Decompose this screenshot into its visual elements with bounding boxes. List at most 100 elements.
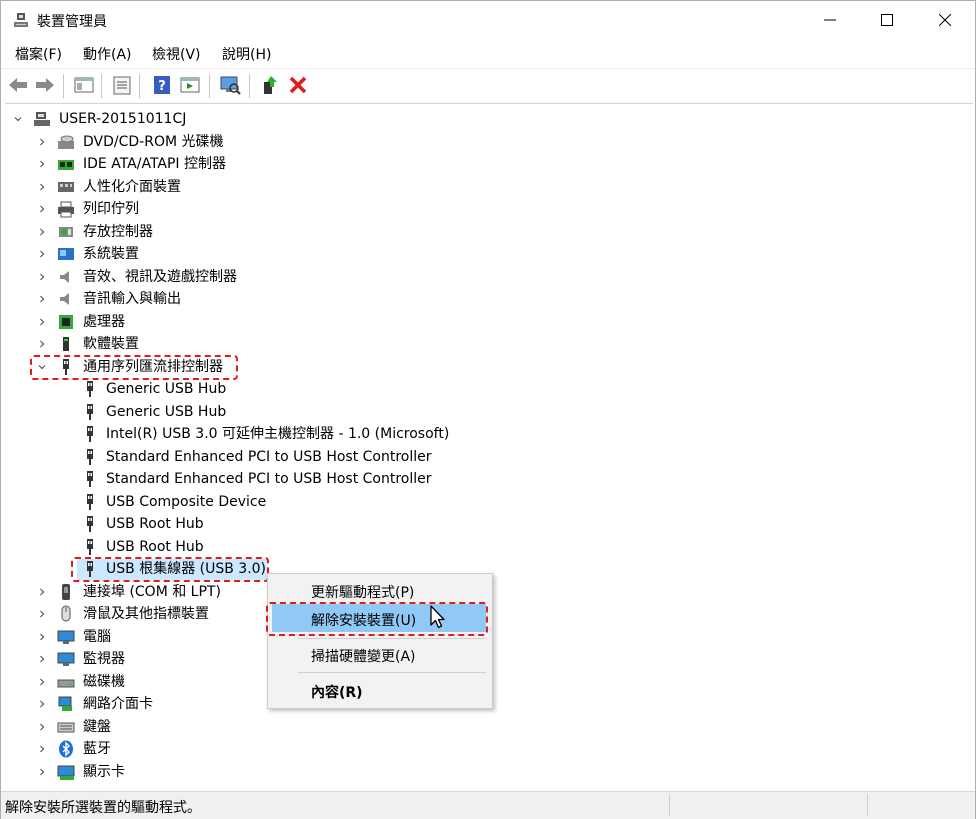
tree-category[interactable]: 網路介面卡 [83,695,153,713]
software-device-icon [63,337,69,351]
dvd-drive-icon [58,135,74,149]
chevron-right-icon[interactable] [37,654,47,664]
chevron-right-icon[interactable] [37,632,47,642]
scan-hardware-icon[interactable] [219,74,241,96]
maximize-icon [881,14,893,26]
speaker-icon [60,293,69,305]
forward-arrow-icon[interactable] [34,74,56,96]
chevron-right-icon[interactable] [37,159,47,169]
tree-category[interactable]: 處理器 [83,313,125,331]
close-button[interactable] [916,1,974,39]
tree-category[interactable]: 音效、視訊及遊戲控制器 [83,268,237,286]
chevron-right-icon[interactable] [37,272,47,282]
minimize-button[interactable] [801,1,859,39]
toolbar-separator [209,74,210,98]
computer-root-icon [34,112,50,126]
tree-category[interactable]: 音訊輸入與輸出 [83,290,181,308]
port-icon [62,583,70,600]
properties-icon[interactable] [111,74,133,96]
menu-view[interactable]: 檢視(V) [152,44,201,64]
tree-category[interactable]: 滑鼠及其他指標裝置 [83,605,209,623]
tree-category[interactable]: 藍牙 [83,740,111,758]
speaker-icon [60,270,69,283]
tree-item-usb-device[interactable]: USB Composite Device [106,493,266,511]
toolbar-separator [139,74,140,98]
annotation-highlight-uninstall [266,602,488,636]
tree-item-usb-device[interactable]: USB Root Hub [106,538,204,556]
chevron-right-icon[interactable] [37,182,47,192]
tree-category[interactable]: 鍵盤 [83,718,111,736]
tree-category[interactable]: 電腦 [83,628,111,646]
tree-item-usb-device[interactable]: Generic USB Hub [106,403,226,421]
back-arrow-icon[interactable] [7,74,29,96]
run-action-icon[interactable] [179,74,201,96]
toolbar-separator [249,74,250,98]
show-hide-tree-icon[interactable] [73,74,95,96]
update-driver-icon[interactable] [259,74,281,96]
tree-category[interactable]: 監視器 [83,650,125,668]
usb-icon [87,538,93,555]
tree-category[interactable]: DVD/CD-ROM 光碟機 [83,133,224,151]
chevron-right-icon[interactable] [37,587,47,597]
menu-action[interactable]: 動作(A) [83,44,132,64]
window-title: 裝置管理員 [37,14,107,30]
system-device-icon [58,248,74,260]
chevron-right-icon[interactable] [37,609,47,619]
menu-bar: 檔案(F) 動作(A) 檢視(V) 說明(H) [1,39,975,67]
help-icon[interactable]: ? [151,74,173,96]
status-bar: 解除安裝所選裝置的驅動程式。 [1,791,975,819]
usb-icon [87,448,93,465]
tree-category[interactable]: 連接埠 (COM 和 LPT) [83,583,221,601]
tree-root-computer[interactable]: USER-20151011CJ [59,110,186,128]
chevron-right-icon[interactable] [37,722,47,732]
tree-item-usb-device[interactable]: Generic USB Hub [106,380,226,398]
status-divider [669,794,670,816]
scan-hardware-menu-item[interactable]: 掃描硬體變更(A) [311,646,416,666]
chevron-right-icon[interactable] [37,317,47,327]
tree-category[interactable]: 磁碟機 [83,673,125,691]
menu-separator [298,638,486,639]
svg-text:?: ? [158,79,166,94]
chevron-right-icon[interactable] [37,767,47,777]
update-driver-menu-item[interactable]: 更新驅動程式(P) [311,582,414,602]
chevron-right-icon[interactable] [37,677,47,687]
usb-icon [87,426,93,442]
tree-category[interactable]: 人性化介面裝置 [83,178,181,196]
mouse-icon [61,605,71,622]
tree-category[interactable]: 顯示卡 [83,763,125,781]
properties-menu-item[interactable]: 內容(R) [311,682,363,702]
monitor-icon [57,652,75,666]
menu-file[interactable]: 檔案(F) [15,44,62,64]
tree-item-usb-device[interactable]: Intel(R) USB 3.0 可延伸主機控制器 - 1.0 (Microso… [106,425,449,443]
ide-controller-icon [58,160,74,170]
chevron-down-icon[interactable] [13,114,23,124]
chevron-right-icon[interactable] [37,339,47,349]
title-bar: 裝置管理員 [1,1,975,39]
maximize-button[interactable] [858,1,916,39]
menu-help[interactable]: 說明(H) [222,44,271,64]
chevron-right-icon[interactable] [37,227,47,237]
tree-item-usb-device[interactable]: Standard Enhanced PCI to USB Host Contro… [106,448,432,466]
uninstall-x-icon[interactable] [287,74,309,96]
tree-category[interactable]: 列印佇列 [83,200,139,218]
tree-item-usb-device[interactable]: USB Root Hub [106,515,204,533]
tree-category[interactable]: 存放控制器 [83,223,153,241]
display-adapter-icon [57,765,75,780]
menu-separator [298,672,486,673]
tree-category[interactable]: IDE ATA/ATAPI 控制器 [83,155,226,173]
chevron-right-icon[interactable] [37,249,47,259]
chevron-right-icon[interactable] [37,744,47,754]
chevron-right-icon[interactable] [37,204,47,214]
keyboard-icon [57,722,75,732]
processor-icon [59,314,73,329]
toolbar: ? [1,68,975,103]
chevron-right-icon[interactable] [37,699,47,709]
tree-item-usb-device[interactable]: Standard Enhanced PCI to USB Host Contro… [106,470,432,488]
chevron-right-icon[interactable] [37,137,47,147]
device-manager-window: 裝置管理員 檔案(F) 動作(A) 檢視(V) 說明(H) ? USER-201… [0,0,976,819]
tree-category[interactable]: 系統裝置 [83,245,139,263]
tree-category[interactable]: 軟體裝置 [83,335,139,353]
usb-icon [87,516,93,532]
chevron-right-icon[interactable] [37,294,47,304]
network-adapter-icon [58,696,72,711]
